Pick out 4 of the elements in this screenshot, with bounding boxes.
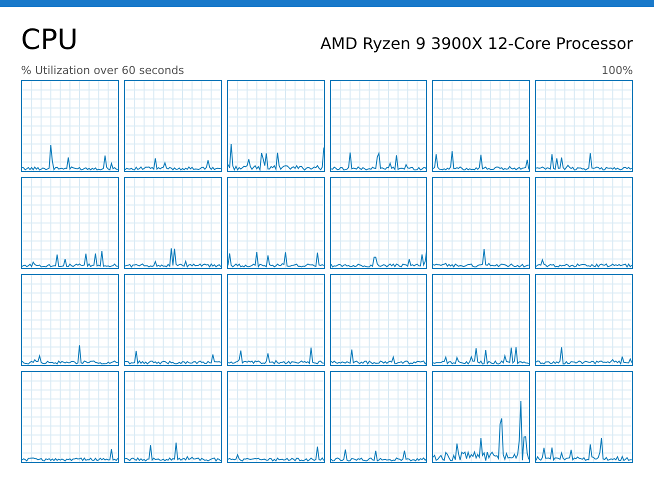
processor-name: AMD Ryzen 9 3900X 12-Core Processor: [320, 34, 633, 54]
axis-label: % Utilization over 60 seconds: [21, 64, 184, 78]
axis-max: 100%: [602, 64, 633, 78]
page-title: CPU: [21, 25, 78, 55]
